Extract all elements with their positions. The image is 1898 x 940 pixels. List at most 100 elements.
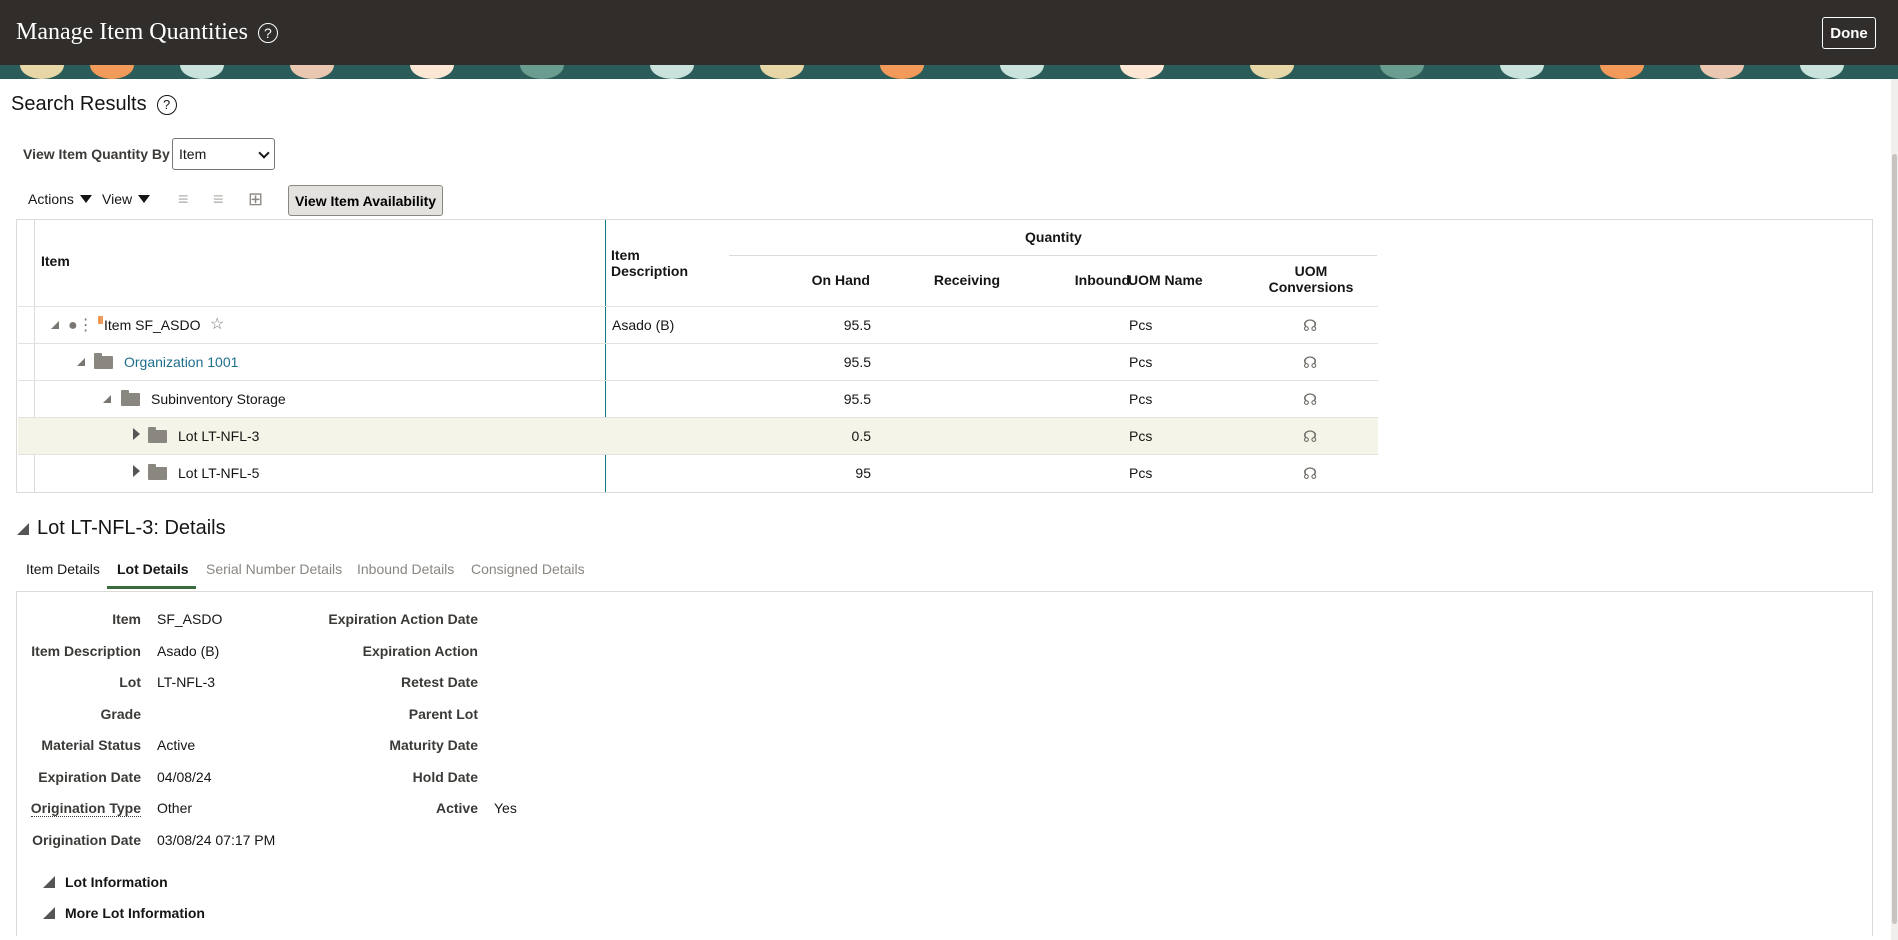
col-header-uom-name[interactable]: UOM Name bbox=[1128, 272, 1203, 288]
field-label-origination-type[interactable]: Origination Type bbox=[30, 800, 141, 817]
col-header-on-hand[interactable]: On Hand bbox=[794, 272, 870, 288]
scrollbar-thumb[interactable] bbox=[1892, 154, 1897, 924]
search-results-heading: Search Results ? bbox=[11, 93, 177, 116]
page-header: Manage Item Quantities ? Done bbox=[0, 0, 1898, 65]
hierarchy-icon[interactable]: ⊞ bbox=[248, 189, 263, 210]
collapse-arrow-icon[interactable] bbox=[103, 395, 111, 403]
col-header-item[interactable]: Item bbox=[41, 253, 70, 269]
folder-icon bbox=[148, 427, 167, 443]
field-label-hold-date: Hold Date bbox=[412, 769, 478, 785]
row-on-hand: 95.5 bbox=[843, 354, 871, 370]
field-value-material-status: Active bbox=[157, 737, 196, 753]
star-icon[interactable]: ☆ bbox=[210, 314, 224, 334]
tab-serial-number-details[interactable]: Serial Number Details bbox=[206, 561, 342, 577]
field-label-grade: Grade bbox=[100, 706, 141, 722]
field-label-material-status: Material Status bbox=[41, 737, 141, 753]
field-value-active: Yes bbox=[494, 800, 517, 816]
caret-down-icon bbox=[138, 195, 151, 203]
uom-conversions-icon[interactable]: ☊ bbox=[1303, 427, 1317, 447]
uom-conversions-icon[interactable]: ☊ bbox=[1303, 390, 1317, 410]
folder-icon bbox=[94, 353, 113, 369]
section-more-lot-information[interactable]: More Lot Information bbox=[43, 905, 205, 921]
vertical-scrollbar[interactable] bbox=[1891, 79, 1898, 940]
field-value-lot: LT-NFL-3 bbox=[157, 674, 216, 690]
tab-item-details[interactable]: Item Details bbox=[26, 561, 100, 577]
col-header-inbound[interactable]: Inbound bbox=[1048, 272, 1130, 288]
item-structure-icon: ●⋮ bbox=[68, 317, 94, 334]
actions-label: Actions bbox=[28, 191, 74, 207]
help-icon[interactable]: ? bbox=[257, 22, 278, 43]
quantity-group-divider bbox=[729, 255, 1377, 256]
help-icon[interactable]: ? bbox=[156, 94, 177, 115]
col-header-item-description[interactable]: Item Description bbox=[611, 247, 701, 279]
field-label-expiration-action-date: Expiration Action Date bbox=[328, 611, 478, 627]
details-title: Lot LT-NFL-3: Details bbox=[37, 517, 226, 539]
tab-consigned-details[interactable]: Consigned Details bbox=[471, 561, 585, 577]
field-label-maturity-date: Maturity Date bbox=[389, 737, 478, 753]
active-tab-indicator bbox=[107, 586, 196, 589]
field-label-active: Active bbox=[435, 800, 478, 816]
row-on-hand: 0.5 bbox=[851, 428, 871, 444]
col-header-uom-conversions[interactable]: UOM Conversions bbox=[1261, 263, 1361, 295]
row-uom: Pcs bbox=[1129, 428, 1153, 444]
row-uom: Pcs bbox=[1129, 465, 1153, 481]
row-label: Subinventory Storage bbox=[151, 391, 286, 407]
view-by-select[interactable]: Item bbox=[172, 138, 275, 170]
flag-icon bbox=[98, 316, 103, 324]
table-row[interactable]: Subinventory Storage 95.5 Pcs ☊ bbox=[18, 380, 1378, 417]
panel-border bbox=[16, 591, 17, 936]
table-row-selected[interactable]: Lot LT-NFL-3 0.5 Pcs ☊ bbox=[18, 417, 1378, 454]
view-by-value: Item bbox=[179, 146, 207, 162]
table-row[interactable]: ●⋮ Item SF_ASDO ☆ Asado (B) 95.5 Pcs ☊ bbox=[18, 306, 1378, 343]
tab-inbound-details[interactable]: Inbound Details bbox=[357, 561, 454, 577]
view-menu[interactable]: View bbox=[102, 191, 151, 207]
field-value-origination-type: Other bbox=[157, 800, 193, 816]
row-uom: Pcs bbox=[1129, 354, 1153, 370]
tab-divider bbox=[16, 591, 1873, 592]
col-header-receiving[interactable]: Receiving bbox=[916, 272, 1000, 288]
collapse-arrow-icon[interactable] bbox=[77, 358, 85, 366]
field-label-expiration-date: Expiration Date bbox=[38, 769, 141, 785]
field-label-expiration-action: Expiration Action bbox=[362, 643, 478, 659]
collapse-arrow-icon[interactable] bbox=[17, 522, 29, 535]
view-item-availability-button[interactable]: View Item Availability bbox=[288, 185, 443, 216]
actions-menu[interactable]: Actions bbox=[28, 191, 92, 207]
decorative-banner bbox=[0, 65, 1898, 79]
collapse-arrow-icon[interactable] bbox=[51, 321, 59, 329]
field-label-parent-lot: Parent Lot bbox=[408, 706, 478, 722]
field-value-item-description: Asado (B) bbox=[157, 643, 220, 659]
expand-arrow-icon[interactable] bbox=[133, 428, 140, 440]
tab-lot-details[interactable]: Lot Details bbox=[117, 561, 189, 577]
field-value-origination-date: 03/08/24 07:17 PM bbox=[157, 832, 276, 848]
details-heading[interactable]: Lot LT-NFL-3: Details bbox=[17, 517, 226, 540]
row-uom: Pcs bbox=[1129, 391, 1153, 407]
done-button[interactable]: Done bbox=[1822, 17, 1876, 49]
expand-all-icon[interactable]: ≡ bbox=[178, 189, 189, 210]
row-label: Lot LT-NFL-3 bbox=[178, 428, 260, 444]
row-label-link[interactable]: Organization 1001 bbox=[124, 354, 238, 370]
folder-icon bbox=[148, 464, 167, 480]
uom-conversions-icon[interactable]: ☊ bbox=[1303, 464, 1317, 484]
caret-down-icon bbox=[79, 195, 92, 203]
collapse-arrow-icon[interactable] bbox=[43, 876, 55, 888]
item-quantity-tree-table: Item Item Description Quantity On Hand R… bbox=[16, 219, 1873, 493]
field-label-origination-date: Origination Date bbox=[32, 832, 141, 848]
table-row[interactable]: Organization 1001 95.5 Pcs ☊ bbox=[18, 343, 1378, 380]
main-content bbox=[0, 79, 1891, 940]
uom-conversions-icon[interactable]: ☊ bbox=[1303, 316, 1317, 336]
page-title: Manage Item Quantities bbox=[16, 19, 248, 45]
field-label-retest-date: Retest Date bbox=[400, 674, 478, 690]
chevron-down-icon bbox=[258, 147, 270, 159]
section-lot-information[interactable]: Lot Information bbox=[43, 874, 168, 890]
field-value-expiration-date: 04/08/24 bbox=[157, 769, 212, 785]
col-header-quantity: Quantity bbox=[1025, 229, 1082, 245]
row-on-hand: 95 bbox=[855, 465, 871, 481]
row-on-hand: 95.5 bbox=[843, 317, 871, 333]
expand-arrow-icon[interactable] bbox=[133, 465, 140, 477]
table-row[interactable]: Lot LT-NFL-5 95 Pcs ☊ bbox=[18, 454, 1378, 491]
uom-conversions-icon[interactable]: ☊ bbox=[1303, 353, 1317, 373]
folder-icon bbox=[121, 390, 140, 406]
section-title: More Lot Information bbox=[65, 905, 205, 921]
collapse-arrow-icon[interactable] bbox=[43, 907, 55, 919]
collapse-all-icon[interactable]: ≡ bbox=[213, 189, 224, 210]
